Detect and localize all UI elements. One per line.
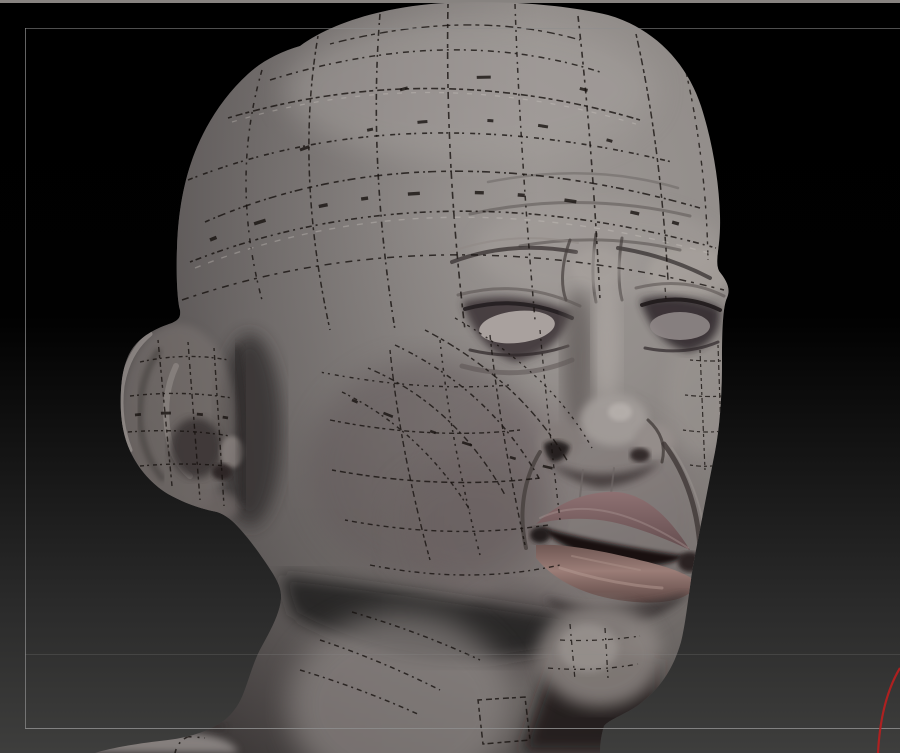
red-arc-indicator (876, 667, 900, 753)
viewport-canvas[interactable] (0, 0, 900, 753)
right-nostril (630, 448, 650, 462)
scene-render (25, 2, 900, 753)
sculpted-head-model (95, 2, 729, 753)
right-eyeball (650, 312, 710, 340)
